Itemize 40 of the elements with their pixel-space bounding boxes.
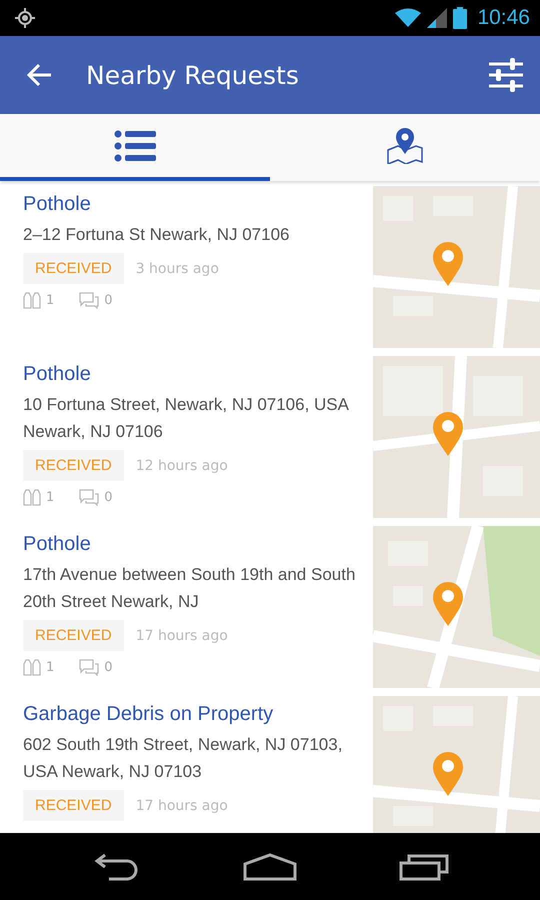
wifi-icon bbox=[395, 8, 422, 28]
request-address: 2–12 Fortuna St Newark, NJ 07106 bbox=[23, 224, 290, 246]
status-time: 10:46 bbox=[477, 6, 530, 30]
time-ago: 17 hours ago bbox=[136, 628, 228, 644]
status-badge: RECEIVED bbox=[23, 790, 124, 821]
comments-icon bbox=[79, 659, 100, 676]
request-address: 602 South 19th Street, Newark, NJ 07103, USA Newark, NJ 07103 bbox=[23, 734, 344, 783]
status-badge: RECEIVED bbox=[23, 253, 124, 284]
recent-apps-icon[interactable] bbox=[399, 852, 449, 880]
home-icon[interactable] bbox=[243, 852, 297, 880]
vote-count: 1 bbox=[46, 490, 54, 505]
comment-count: 0 bbox=[104, 293, 113, 308]
bottles-icon bbox=[23, 659, 41, 676]
status-badge: RECEIVED bbox=[23, 450, 124, 481]
time-ago: 3 hours ago bbox=[136, 260, 219, 276]
screen-title: Nearby Requests bbox=[86, 60, 299, 90]
comments-icon bbox=[79, 489, 100, 506]
vote-count: 1 bbox=[46, 293, 54, 308]
vote-count: 1 bbox=[46, 660, 54, 675]
comments-icon bbox=[79, 292, 100, 309]
location-icon bbox=[14, 7, 36, 29]
request-address: 17th Avenue between South 19th and South 20th Street Newark, NJ bbox=[23, 564, 356, 613]
filter-sliders-icon[interactable] bbox=[488, 57, 524, 93]
request-address: 10 Fortuna Street, Newark, NJ 07106, USA Newark, NJ 07106 bbox=[23, 394, 350, 443]
time-ago: 12 hours ago bbox=[136, 458, 228, 474]
bottles-icon bbox=[23, 489, 41, 506]
request-title[interactable]: Pothole bbox=[23, 530, 91, 558]
time-ago: 17 hours ago bbox=[136, 798, 228, 814]
status-badge: RECEIVED bbox=[23, 620, 124, 651]
request-title[interactable]: Garbage Debris on Property bbox=[23, 700, 274, 728]
request-title[interactable]: Pothole bbox=[23, 360, 91, 388]
list-icon bbox=[114, 130, 156, 162]
bottles-icon bbox=[23, 292, 41, 309]
request-title[interactable]: Pothole bbox=[23, 190, 91, 218]
comment-count: 0 bbox=[104, 660, 113, 675]
map-pin-icon bbox=[386, 128, 424, 164]
signal-icon bbox=[427, 8, 448, 28]
back-arrow-icon[interactable] bbox=[27, 63, 53, 87]
battery-icon bbox=[453, 7, 468, 29]
comment-count: 0 bbox=[104, 490, 113, 505]
